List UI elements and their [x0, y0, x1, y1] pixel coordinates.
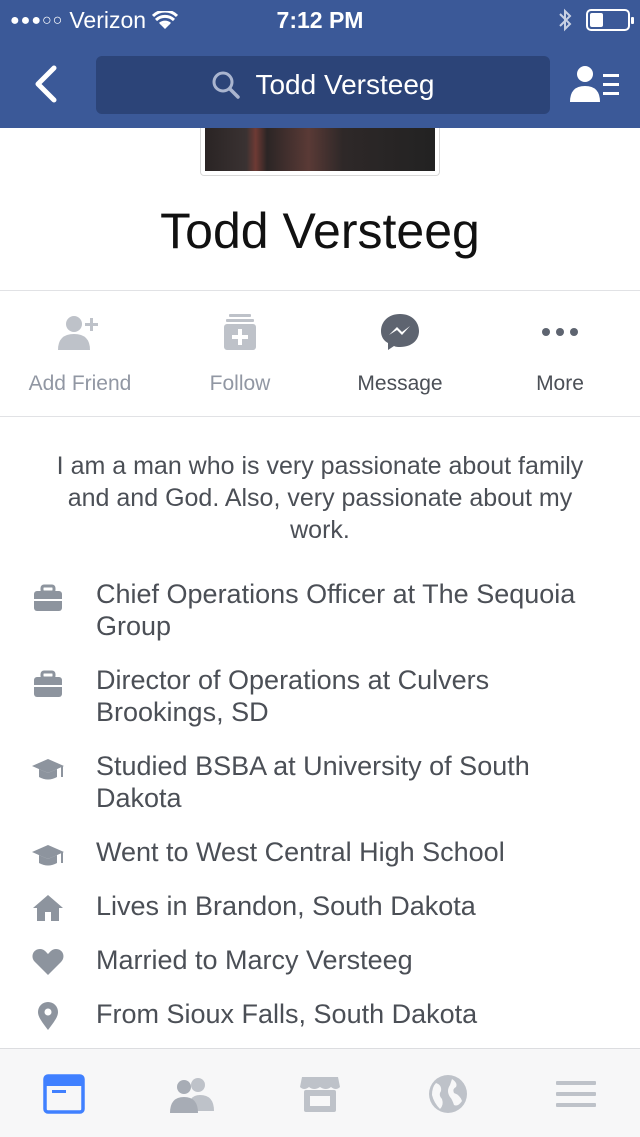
friend-requests-icon[interactable] — [170, 1073, 214, 1115]
back-chevron-icon[interactable] — [26, 62, 66, 106]
more-label: More — [536, 372, 584, 395]
add-friend-label: Add Friend — [28, 372, 132, 395]
intro-item-hometown[interactable]: From Sioux Falls, South Dakota — [0, 998, 640, 1052]
intro-list: Chief Operations Officer at The Sequoia … — [0, 578, 640, 1052]
graduation-cap-icon — [32, 759, 64, 780]
search-bar[interactable]: Todd Versteeg — [96, 56, 550, 114]
battery-level — [590, 13, 603, 27]
heart-icon — [32, 949, 64, 975]
messenger-icon — [381, 314, 419, 350]
intro-item-residence[interactable]: Lives in Brandon, South Dakota — [0, 890, 640, 944]
intro-item-text: Married to Marcy Versteeg — [96, 945, 413, 975]
follow-icon — [224, 314, 256, 350]
news-feed-icon[interactable] — [42, 1073, 86, 1115]
status-right — [558, 8, 634, 32]
intro-item-relationship[interactable]: Married to Marcy Versteeg — [0, 944, 640, 998]
notifications-globe-icon[interactable] — [426, 1073, 470, 1115]
tab-bar — [0, 1048, 640, 1137]
marketplace-icon[interactable] — [298, 1073, 342, 1115]
follow-button[interactable]: Follow — [160, 292, 320, 416]
nav-bar: Todd Versteeg — [0, 40, 640, 128]
bluetooth-icon — [559, 8, 572, 32]
profile-actions: Add Friend Follow Message More — [0, 292, 640, 416]
search-icon — [212, 71, 241, 99]
message-label: Message — [357, 372, 443, 395]
friends-list-icon[interactable] — [570, 62, 620, 106]
search-text: Todd Versteeg — [255, 69, 435, 100]
status-bar: ●●●○○ Verizon 7:12 PM — [0, 0, 640, 40]
profile-name: Todd Versteeg — [160, 203, 480, 259]
location-pin-icon — [38, 1002, 58, 1030]
divider — [0, 290, 640, 291]
briefcase-icon — [34, 584, 62, 611]
add-friend-button[interactable]: Add Friend — [0, 292, 160, 416]
profile-photo — [205, 128, 435, 171]
intro-item-text: Studied BSBA at University of South Dako… — [96, 751, 530, 813]
more-button[interactable]: More — [480, 292, 640, 416]
profile-bio: I am a man who is very passionate about … — [56, 452, 584, 544]
intro-item-education[interactable]: Studied BSBA at University of South Dako… — [0, 750, 640, 836]
intro-item-text: Chief Operations Officer at The Sequoia … — [96, 579, 576, 641]
add-friend-icon — [58, 316, 98, 350]
intro-item-text: Went to West Central High School — [96, 837, 505, 867]
divider — [0, 416, 640, 417]
battery-icon — [586, 9, 634, 31]
intro-item-text: From Sioux Falls, South Dakota — [96, 999, 478, 1029]
intro-item-text: Director of Operations at Culvers Brooki… — [96, 665, 490, 727]
home-icon — [33, 895, 63, 921]
intro-item-education[interactable]: Went to West Central High School — [0, 836, 640, 890]
intro-item-work[interactable]: Chief Operations Officer at The Sequoia … — [0, 578, 640, 664]
menu-icon[interactable] — [554, 1073, 598, 1115]
follow-label: Follow — [209, 372, 271, 395]
more-icon — [542, 328, 578, 336]
graduation-cap-icon — [32, 845, 64, 866]
briefcase-icon — [34, 670, 62, 697]
status-time: 7:12 PM — [276, 7, 364, 33]
profile-photo-frame[interactable] — [200, 128, 440, 176]
intro-item-work[interactable]: Director of Operations at Culvers Brooki… — [0, 664, 640, 750]
message-button[interactable]: Message — [320, 292, 480, 416]
intro-item-text: Lives in Brandon, South Dakota — [96, 891, 476, 921]
